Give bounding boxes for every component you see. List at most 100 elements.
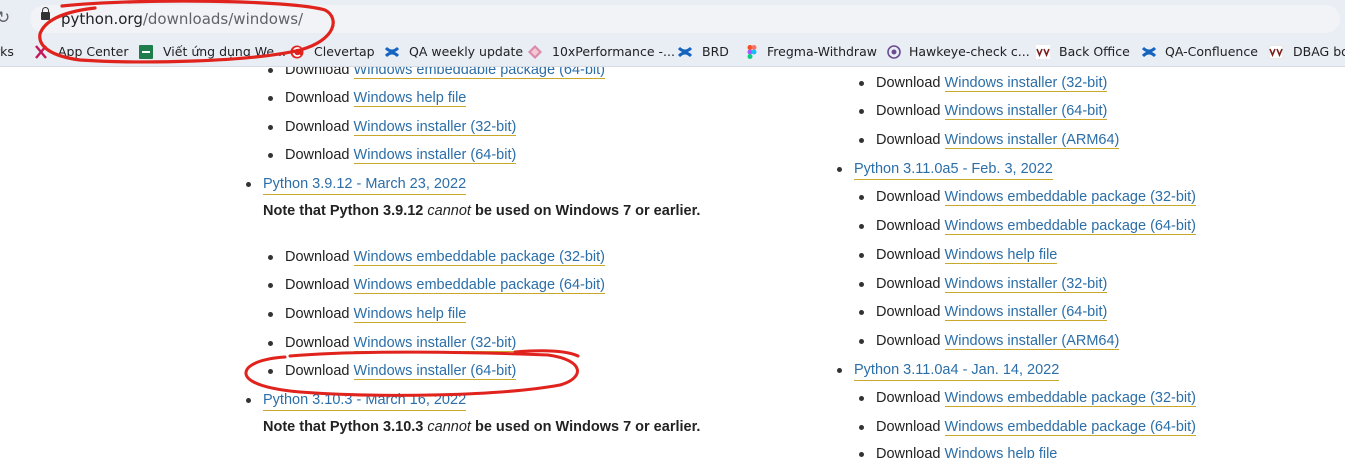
download-link[interactable]: Windows embeddable package (32-bit) bbox=[944, 390, 1197, 407]
download-link[interactable]: Windows installer (32-bit) bbox=[944, 276, 1108, 293]
download-text: Download Windows installer (32-bit) bbox=[876, 276, 1108, 293]
url-host: python.org bbox=[61, 10, 143, 28]
confluence-icon bbox=[385, 46, 399, 58]
confluence-icon bbox=[678, 46, 692, 58]
bookmarks-bar: rks App Center Viết ứng dụng We... Cleve… bbox=[0, 37, 1345, 67]
download-text: Download Windows embeddable package (64-… bbox=[876, 218, 1197, 235]
download-text: Download Windows embeddable package (32-… bbox=[876, 390, 1197, 407]
diamond-icon bbox=[528, 45, 542, 59]
download-link[interactable]: Windows embeddable package (32-bit) bbox=[353, 249, 606, 266]
bullet bbox=[859, 81, 864, 86]
clevertap-icon bbox=[290, 45, 304, 59]
download-text: Download Windows help file bbox=[876, 247, 1058, 264]
bullet bbox=[859, 109, 864, 114]
download-link[interactable]: Windows installer (64-bit) bbox=[353, 363, 517, 380]
bullet bbox=[859, 425, 864, 430]
download-link[interactable]: Windows help file bbox=[944, 446, 1058, 458]
download-text: Download Windows installer (32-bit) bbox=[285, 335, 517, 352]
reload-icon[interactable]: ↻ bbox=[0, 8, 10, 28]
green-square-icon bbox=[139, 45, 153, 59]
download-link[interactable]: Windows installer (32-bit) bbox=[353, 119, 517, 136]
download-text: Download Windows embeddable package (64-… bbox=[876, 419, 1197, 436]
download-text: Download Windows embeddable package (32-… bbox=[876, 189, 1197, 206]
bullet bbox=[268, 312, 273, 317]
confluence-icon bbox=[1142, 46, 1156, 58]
download-text: Download Windows help file bbox=[285, 306, 467, 323]
bookmark-label: DBAG bo bbox=[1293, 44, 1345, 59]
bullet bbox=[268, 153, 273, 158]
bullet bbox=[268, 341, 273, 346]
bookmark-label: BRD bbox=[702, 44, 729, 59]
download-link[interactable]: Windows help file bbox=[944, 247, 1058, 264]
release-link[interactable]: Python 3.11.0a5 - Feb. 3, 2022 bbox=[854, 159, 1053, 180]
release-link[interactable]: Python 3.10.3 - March 16, 2022 bbox=[263, 390, 467, 411]
release-note: Note that Python 3.10.3 cannot be used o… bbox=[263, 419, 701, 435]
bullet bbox=[859, 282, 864, 287]
bullet bbox=[246, 398, 251, 403]
release-link[interactable]: Python 3.11.0a4 - Jan. 14, 2022 bbox=[854, 360, 1060, 381]
bullet bbox=[268, 369, 273, 374]
download-link[interactable]: Windows installer (ARM64) bbox=[944, 132, 1120, 149]
release-note: Note that Python 3.9.12 cannot be used o… bbox=[263, 203, 701, 219]
download-text: Download Windows installer (64-bit) bbox=[876, 103, 1108, 120]
bullet bbox=[859, 339, 864, 344]
address-bar-area: ↻ python.org/downloads/windows/ bbox=[0, 0, 1345, 37]
bullet bbox=[268, 255, 273, 260]
download-text: Download Windows installer (ARM64) bbox=[876, 132, 1120, 149]
bookmark-label: 10xPerformance -... bbox=[552, 44, 675, 59]
download-link[interactable]: Windows help file bbox=[353, 306, 467, 323]
bullet bbox=[859, 452, 864, 457]
bookmark-label: Clevertap bbox=[314, 44, 375, 59]
download-text: Download Windows help file bbox=[876, 444, 1058, 458]
bullet bbox=[837, 167, 842, 172]
bullet bbox=[268, 283, 273, 288]
download-text: Download Windows embeddable package (64-… bbox=[285, 67, 606, 80]
bullet bbox=[268, 68, 273, 73]
download-text: Download Windows installer (32-bit) bbox=[285, 119, 517, 136]
download-link[interactable]: Windows installer (64-bit) bbox=[353, 147, 517, 164]
eye-icon bbox=[887, 45, 901, 59]
bullet bbox=[837, 368, 842, 373]
release-link[interactable]: Python 3.9.12 - March 23, 2022 bbox=[263, 174, 467, 195]
download-link[interactable]: Windows installer (64-bit) bbox=[944, 304, 1108, 321]
download-text: Download Windows embeddable package (32-… bbox=[285, 249, 606, 266]
bullet bbox=[859, 224, 864, 229]
figma-icon bbox=[747, 45, 757, 59]
download-link[interactable]: Windows embeddable package (64-bit) bbox=[944, 218, 1197, 235]
bullet bbox=[246, 182, 251, 187]
download-link[interactable]: Windows embeddable package (64-bit) bbox=[944, 419, 1197, 436]
bullet bbox=[268, 125, 273, 130]
bookmark-label: Viết ứng dụng We... bbox=[163, 44, 286, 59]
download-text: Download Windows installer (64-bit) bbox=[285, 147, 517, 164]
bookmark-label: QA weekly update bbox=[409, 44, 524, 59]
bookmark-label: Fregma-Withdraw bbox=[767, 44, 877, 59]
bookmark-label: Back Office bbox=[1059, 44, 1130, 59]
downloads-page: Download Windows embeddable package (64-… bbox=[0, 67, 1345, 458]
download-link[interactable]: Windows installer (ARM64) bbox=[944, 333, 1120, 350]
download-link[interactable]: Windows installer (32-bit) bbox=[353, 335, 517, 352]
bookmark-label: App Center bbox=[58, 44, 129, 59]
lock-icon[interactable] bbox=[41, 7, 50, 20]
app-center-icon bbox=[35, 45, 47, 59]
bullet bbox=[859, 138, 864, 143]
download-link[interactable]: Windows embeddable package (32-bit) bbox=[944, 189, 1197, 206]
download-link[interactable]: Windows embeddable package (64-bit) bbox=[353, 67, 606, 79]
download-link[interactable]: Windows embeddable package (64-bit) bbox=[353, 277, 606, 294]
download-link[interactable]: Windows installer (32-bit) bbox=[944, 75, 1108, 92]
bullet bbox=[859, 396, 864, 401]
bullet bbox=[268, 96, 273, 101]
download-text: Download Windows installer (32-bit) bbox=[876, 75, 1108, 92]
bookmark-label: rks bbox=[0, 44, 14, 59]
download-link[interactable]: Windows help file bbox=[353, 90, 467, 107]
download-link[interactable]: Windows installer (64-bit) bbox=[944, 103, 1108, 120]
url-text[interactable]: python.org/downloads/windows/ bbox=[61, 10, 303, 28]
bullet bbox=[859, 195, 864, 200]
url-path: /downloads/windows/ bbox=[142, 10, 304, 28]
download-text: Download Windows installer (ARM64) bbox=[876, 333, 1120, 350]
bookmark-label: QA-Confluence bbox=[1165, 44, 1258, 59]
bookmark-label: Hawkeye-check c... bbox=[909, 44, 1030, 59]
vv-icon bbox=[1269, 45, 1283, 59]
download-text: Download Windows help file bbox=[285, 90, 467, 107]
bullet bbox=[859, 310, 864, 315]
vv-icon bbox=[1036, 45, 1050, 59]
